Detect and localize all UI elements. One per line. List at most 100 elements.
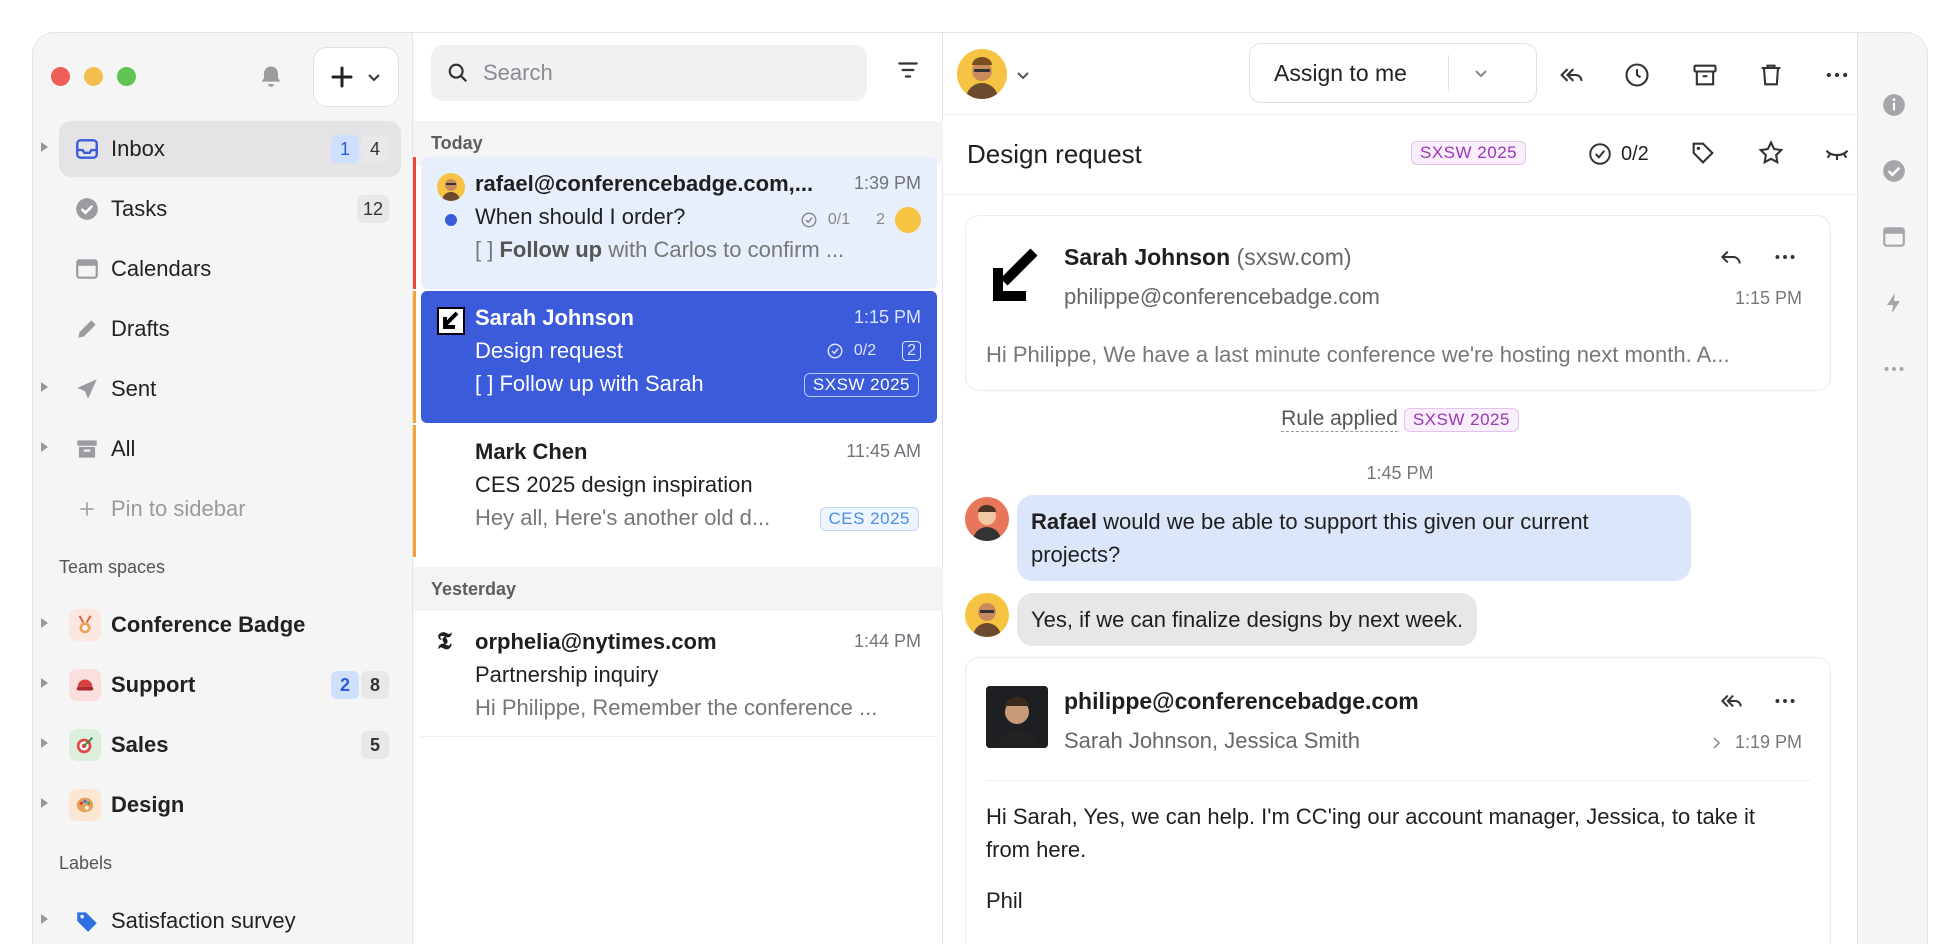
message-time: 1:15 PM (853, 307, 921, 327)
pin-to-sidebar-button[interactable]: Pin to sidebar (33, 479, 413, 539)
reply-all-icon[interactable] (1718, 688, 1744, 714)
chevron-down-icon[interactable] (1473, 65, 1489, 81)
chat-message: Yes, if we can finalize designs by next … (1017, 593, 1478, 646)
inbox-icon (73, 135, 101, 163)
message-row[interactable]: 𝕿 orphelia@nytimes.com 1:44 PM Partnersh… (421, 611, 937, 737)
unread-count-badge: 1 (331, 135, 359, 163)
reply-icon[interactable] (1718, 244, 1744, 270)
message-row[interactable]: rafael@conferencebadge.com,... 1:39 PM W… (413, 157, 937, 289)
sender-logo-icon (988, 246, 1044, 302)
message-meta: 0/1 2 (800, 207, 921, 233)
filter-icon[interactable] (895, 57, 921, 83)
expand-caret-icon[interactable] (41, 798, 48, 808)
chat-message: Rafael would we be able to support this … (1017, 495, 1691, 581)
chat-text: would we be able to support this given o… (1031, 509, 1589, 567)
clock-icon[interactable] (1623, 61, 1651, 89)
calendar-icon (73, 255, 101, 283)
app-window: Inbox 1 4 Tasks 12 Calendars Drafts Sent… (32, 32, 1928, 944)
sidebar-item-drafts[interactable]: Drafts (33, 299, 413, 359)
calendar-icon[interactable] (1880, 223, 1908, 251)
sidebar-item-tasks[interactable]: Tasks 12 (33, 179, 413, 239)
sidebar-item-satisfaction-survey[interactable]: Satisfaction survey (33, 891, 413, 944)
sender-name: Mark Chen (475, 439, 588, 464)
archive-icon[interactable] (1691, 61, 1719, 89)
info-icon[interactable] (1880, 91, 1908, 119)
email-card[interactable]: philippe@conferencebadge.com Sarah Johns… (965, 657, 1831, 944)
sidebar-item-label: Support (111, 672, 196, 697)
more-options-icon[interactable] (1772, 244, 1798, 270)
tag-outline-icon[interactable] (1689, 139, 1717, 167)
sender-logo-icon (437, 307, 465, 335)
task-check-icon (1589, 143, 1611, 165)
sidebar-item-label: Sales (111, 732, 169, 757)
sidebar-item-label: Conference Badge (111, 612, 306, 637)
search-input[interactable]: Search (431, 45, 867, 101)
sender-name: orphelia@nytimes.com (475, 629, 717, 654)
sidebar-item-sales[interactable]: Sales 5 (33, 715, 413, 775)
badge-icon (69, 609, 101, 641)
sidebar-item-support[interactable]: Support 2 8 (33, 655, 413, 715)
expand-caret-icon[interactable] (41, 738, 48, 748)
search-icon (448, 63, 468, 83)
message-row[interactable]: Mark Chen 11:45 AM CES 2025 design inspi… (413, 425, 937, 557)
label-tag[interactable]: SXSW 2025 (1411, 141, 1527, 165)
minimize-window-button[interactable] (84, 67, 103, 86)
assignee-avatar[interactable] (957, 49, 1007, 99)
expand-caret-icon[interactable] (41, 618, 48, 628)
message-subject: Partnership inquiry (475, 662, 659, 687)
email-time-row[interactable]: 1:19 PM (1711, 732, 1802, 753)
sender-domain: (sxsw.com) (1236, 244, 1352, 270)
avatar (965, 593, 1009, 637)
nytimes-logo-icon: 𝕿 (437, 626, 452, 655)
expand-caret-icon[interactable] (41, 914, 48, 924)
expand-caret-icon[interactable] (41, 142, 48, 152)
check-circle-icon[interactable] (1880, 157, 1908, 185)
plus-icon (331, 66, 353, 88)
compose-button[interactable] (313, 47, 399, 107)
recipients: Sarah Johnson, Jessica Smith (1064, 728, 1360, 753)
email-time: 1:15 PM (1734, 288, 1802, 308)
more-options-icon[interactable] (1772, 688, 1798, 714)
sidebar-item-label: Pin to sidebar (111, 496, 246, 521)
sidebar-item-inbox[interactable]: Inbox 1 4 (33, 119, 413, 179)
paper-plane-icon (73, 375, 101, 403)
email-sender-line: Sarah Johnson (sxsw.com) (1064, 244, 1352, 271)
lightning-icon[interactable] (1880, 289, 1908, 317)
expand-caret-icon[interactable] (41, 442, 48, 452)
chat-author: Rafael (1031, 509, 1098, 534)
message-row-selected[interactable]: Sarah Johnson 1:15 PM Design request 0/2… (413, 291, 937, 423)
sender-name: Sarah Johnson (1064, 244, 1231, 270)
task-count: 0/2 (1621, 142, 1649, 165)
sidebar-item-sent[interactable]: Sent (33, 359, 413, 419)
email-body: Hi Sarah, Yes, we can help. I'm CC'ing o… (986, 804, 1756, 862)
bell-icon[interactable] (257, 63, 285, 91)
thread-count: 2 (902, 341, 921, 361)
sender-name: rafael@conferencebadge.com,... (475, 171, 814, 196)
more-options-icon[interactable] (1823, 61, 1851, 89)
email-signoff: Phil (986, 888, 1023, 913)
more-options-icon[interactable] (1880, 355, 1908, 383)
sidebar-item-design[interactable]: Design (33, 775, 413, 835)
star-icon[interactable] (1757, 139, 1785, 167)
message-subject: CES 2025 design inspiration (475, 472, 753, 497)
sidebar-item-conference-badge[interactable]: Conference Badge (33, 595, 413, 655)
reply-all-icon[interactable] (1557, 61, 1585, 89)
rule-applied-text[interactable]: Rule applied (1281, 407, 1398, 432)
assign-label: Assign to me (1274, 59, 1407, 86)
close-window-button[interactable] (51, 67, 70, 86)
label-tag[interactable]: SXSW 2025 (803, 373, 919, 397)
trash-icon[interactable] (1757, 61, 1785, 89)
expand-caret-icon[interactable] (41, 678, 48, 688)
label-tag[interactable]: CES 2025 (819, 507, 919, 531)
sidebar-item-calendars[interactable]: Calendars (33, 239, 413, 299)
chat-text: Yes, if we can finalize designs by next … (1031, 607, 1464, 632)
assign-to-me-button[interactable]: Assign to me (1249, 43, 1537, 103)
email-card[interactable]: Sarah Johnson (sxsw.com) philippe@confer… (965, 215, 1831, 391)
label-tag[interactable]: SXSW 2025 (1403, 407, 1519, 432)
sidebar-item-all[interactable]: All (33, 419, 413, 479)
zoom-window-button[interactable] (117, 67, 136, 86)
chevron-down-icon[interactable] (1015, 67, 1031, 83)
hide-eye-icon[interactable] (1823, 139, 1851, 167)
expand-caret-icon[interactable] (41, 382, 48, 392)
task-progress[interactable]: 0/2 (1587, 141, 1649, 167)
